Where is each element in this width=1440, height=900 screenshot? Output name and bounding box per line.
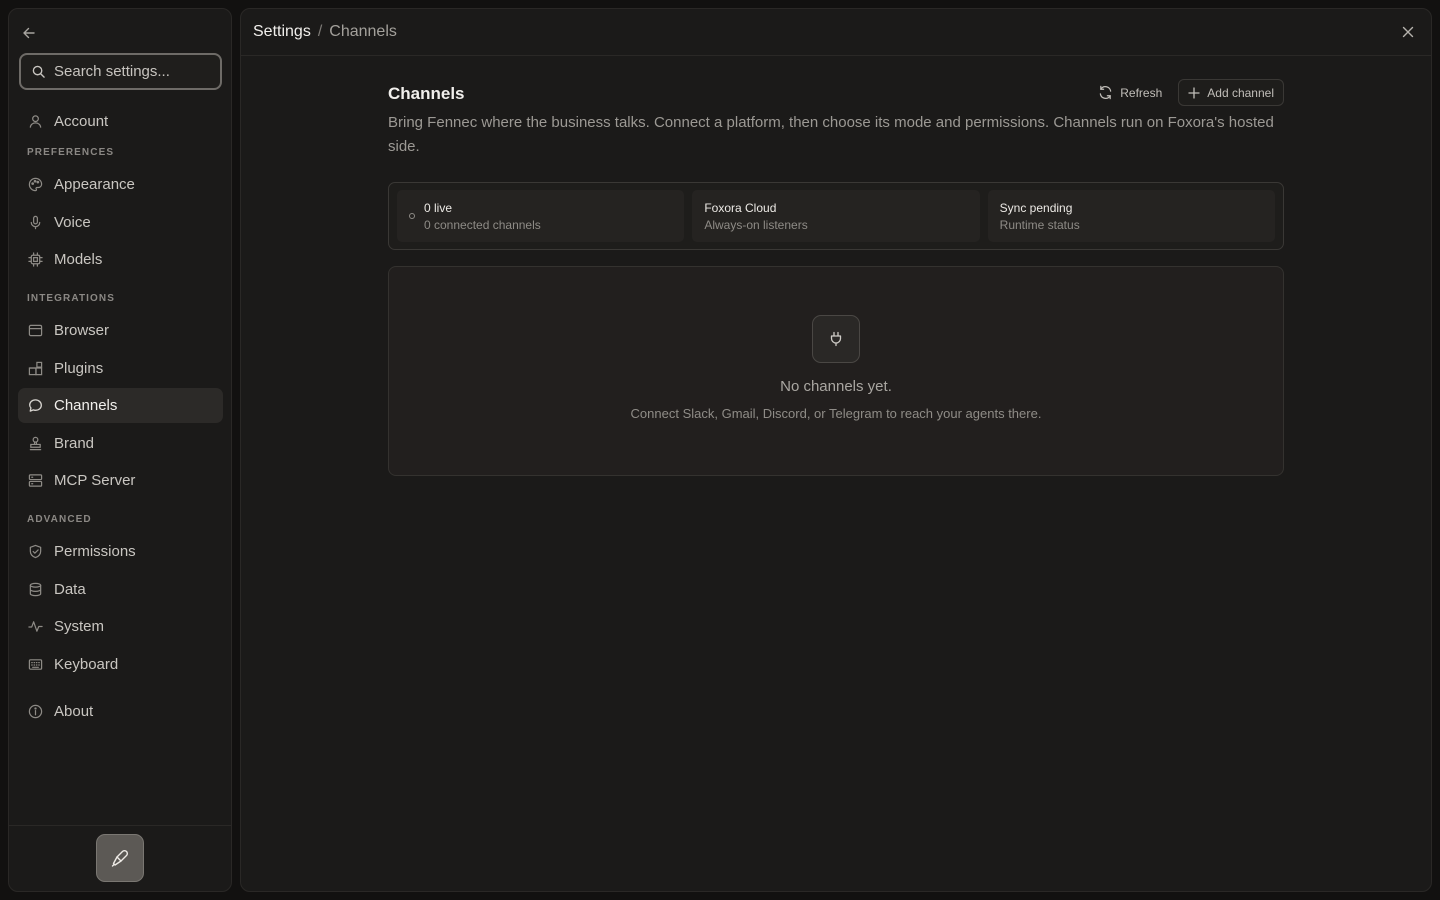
stamp-icon (27, 435, 44, 452)
sidebar-item-about[interactable]: About (18, 694, 223, 729)
stat-subtitle: Runtime status (999, 217, 1080, 232)
breadcrumb-settings[interactable]: Settings (253, 23, 311, 41)
channel-stats: 0 live 0 connected channels Foxora Cloud… (388, 182, 1284, 250)
keyboard-icon (27, 656, 44, 673)
sidebar-item-mcp-server[interactable]: MCP Server (18, 463, 223, 498)
stat-title: Sync pending (999, 200, 1073, 215)
palette-icon (27, 176, 44, 193)
sidebar-item-label: MCP Server (54, 472, 136, 489)
section-label-integrations: INTEGRATIONS (27, 293, 116, 304)
sidebar-item-data[interactable]: Data (18, 572, 223, 607)
sidebar-item-system[interactable]: System (18, 609, 223, 644)
sidebar-item-browser[interactable]: Browser (18, 313, 223, 348)
sidebar-item-label: About (54, 703, 94, 720)
channels-section: Channels Bring Fennec where the business… (388, 79, 1284, 476)
breadcrumb: Settings / Channels (241, 9, 1431, 56)
chip-icon (27, 251, 44, 268)
section-label-advanced: ADVANCED (27, 514, 92, 525)
settings-sidebar: Account PREFERENCES Appearance Voice Mod… (8, 8, 232, 892)
sidebar-item-voice[interactable]: Voice (18, 205, 223, 240)
empty-state-subtitle: Connect Slack, Gmail, Discord, or Telegr… (630, 406, 1042, 421)
sidebar-item-label: Plugins (54, 360, 104, 377)
breadcrumb-separator: / (317, 23, 323, 40)
refresh-button[interactable]: Refresh (1090, 79, 1170, 106)
activity-icon (27, 618, 44, 635)
sidebar-footer (9, 825, 231, 891)
browser-window-icon (27, 322, 44, 339)
sidebar-item-label: Appearance (54, 176, 135, 193)
database-icon (27, 581, 44, 598)
stat-subtitle: 0 connected channels (424, 217, 541, 232)
chat-bubble-icon (27, 397, 44, 414)
sidebar-item-label: Models (54, 251, 103, 268)
blocks-icon (27, 360, 44, 377)
sidebar-item-appearance[interactable]: Appearance (18, 167, 223, 202)
user-icon (27, 113, 44, 130)
plug-icon (812, 315, 860, 363)
sidebar-item-label: System (54, 618, 105, 635)
close-icon[interactable] (1399, 23, 1417, 41)
sidebar-item-label: Voice (54, 214, 91, 231)
stat-title: 0 live (424, 200, 453, 215)
sidebar-item-plugins[interactable]: Plugins (18, 351, 223, 386)
sidebar-item-label: Data (54, 581, 86, 598)
empty-state-title: No channels yet. (780, 378, 892, 395)
section-label-preferences: PREFERENCES (27, 147, 115, 158)
stat-title: Foxora Cloud (704, 200, 777, 215)
stat-sync: Sync pending Runtime status (987, 190, 1275, 242)
stat-live: 0 live 0 connected channels (397, 190, 685, 242)
info-icon (27, 703, 44, 720)
sidebar-item-keyboard[interactable]: Keyboard (18, 647, 223, 682)
sidebar-item-label: Channels (54, 397, 118, 414)
settings-main-panel: Settings / Channels Channels Bring Fenne… (240, 8, 1432, 892)
microphone-icon (110, 848, 130, 868)
empty-state: No channels yet. Connect Slack, Gmail, D… (388, 266, 1284, 476)
search-input[interactable] (54, 63, 204, 80)
sidebar-item-permissions[interactable]: Permissions (18, 534, 223, 569)
microphone-icon (27, 214, 44, 231)
breadcrumb-current: Channels (329, 23, 397, 40)
sidebar-item-label: Browser (54, 322, 110, 339)
sidebar-item-label: Brand (54, 435, 95, 452)
server-icon (27, 472, 44, 489)
plus-icon (1188, 86, 1200, 99)
search-field[interactable] (19, 53, 222, 90)
status-dot-icon (409, 213, 415, 219)
sidebar-item-models[interactable]: Models (18, 242, 223, 277)
stat-cloud: Foxora Cloud Always-on listeners (692, 190, 980, 242)
sidebar-item-label: Permissions (54, 543, 136, 560)
header-actions: Refresh Add channel (1090, 79, 1284, 106)
refresh-label: Refresh (1120, 85, 1163, 100)
stat-subtitle: Always-on listeners (704, 217, 808, 232)
voice-input-button[interactable] (96, 834, 144, 882)
add-channel-label: Add channel (1207, 85, 1274, 100)
shield-check-icon (27, 543, 44, 560)
sidebar-item-label: Account (54, 113, 109, 130)
sidebar-item-channels[interactable]: Channels (18, 388, 223, 423)
refresh-icon (1098, 85, 1113, 100)
search-icon (32, 65, 45, 78)
add-channel-button[interactable]: Add channel (1178, 79, 1284, 106)
sidebar-item-brand[interactable]: Brand (18, 426, 223, 461)
sidebar-item-account[interactable]: Account (18, 104, 223, 139)
page-description: Bring Fennec where the business talks. C… (388, 114, 1274, 155)
back-arrow-icon[interactable] (19, 23, 39, 43)
sidebar-item-label: Keyboard (54, 656, 119, 673)
